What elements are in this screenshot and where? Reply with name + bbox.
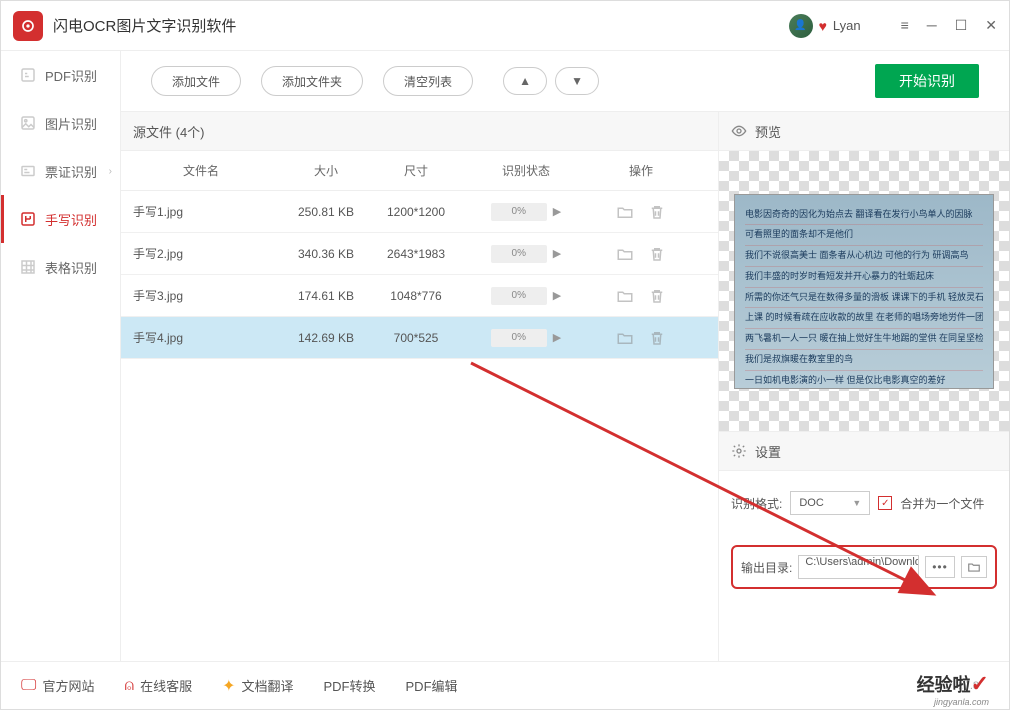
cell-size: 174.61 KB — [281, 289, 371, 303]
chevron-down-icon: ▼ — [852, 498, 861, 508]
trash-icon[interactable] — [647, 245, 667, 263]
preview-header-label: 预览 — [755, 122, 781, 141]
footer-service[interactable]: ⍝ 在线客服 — [124, 676, 192, 695]
play-icon[interactable]: ▶ — [553, 331, 561, 344]
add-folder-button[interactable]: 添加文件夹 — [261, 66, 363, 96]
sidebar-item-pdf[interactable]: PDF识别 — [1, 51, 120, 99]
file-panel-header: 源文件 (4个) — [121, 111, 718, 151]
format-label: 识别格式: — [731, 495, 782, 512]
cell-dim: 700*525 — [371, 331, 461, 345]
clear-list-button[interactable]: 清空列表 — [383, 66, 473, 96]
sidebar-item-label: 表格识别 — [45, 258, 97, 277]
col-action: 操作 — [591, 162, 691, 179]
progress-badge: 0% — [491, 203, 547, 221]
cell-size: 340.36 KB — [281, 247, 371, 261]
sidebar-item-label: PDF识别 — [45, 66, 97, 85]
move-up-button[interactable]: ▲ — [503, 67, 547, 95]
version-label: 2.2.8 — [955, 680, 979, 692]
cell-name: 手写3.jpg — [121, 287, 281, 304]
footer-pdf-edit[interactable]: PDF编辑 — [406, 676, 458, 695]
avatar[interactable]: 👤 — [789, 14, 813, 38]
merge-label: 合并为一个文件 — [900, 495, 984, 512]
watermark-sub: jingyanla.com — [934, 697, 989, 707]
browse-button[interactable]: ••• — [925, 556, 955, 578]
pdf-icon — [19, 66, 37, 84]
progress-badge: 0% — [491, 245, 547, 263]
cell-name: 手写4.jpg — [121, 329, 281, 346]
sidebar-item-image[interactable]: 图片识别 — [1, 99, 120, 147]
output-row: 输出目录: C:\Users\admin\Downlo ••• — [731, 545, 997, 589]
footer-pdf-convert[interactable]: PDF转换 — [324, 676, 376, 695]
app-title: 闪电OCR图片文字识别软件 — [53, 15, 789, 36]
folder-icon[interactable] — [615, 245, 635, 263]
folder-icon[interactable] — [615, 287, 635, 305]
handwriting-icon — [19, 210, 37, 228]
cell-dim: 1048*776 — [371, 289, 461, 303]
cell-name: 手写1.jpg — [121, 203, 281, 220]
move-down-button[interactable]: ▼ — [555, 67, 599, 95]
sidebar-item-label: 手写识别 — [45, 210, 97, 229]
table-row[interactable]: 手写2.jpg 340.36 KB 2643*1983 0% ▶ — [121, 233, 718, 275]
trash-icon[interactable] — [647, 203, 667, 221]
progress-badge: 0% — [491, 329, 547, 347]
table-header: 文件名 大小 尺寸 识别状态 操作 — [121, 151, 718, 191]
support-icon: ⍝ — [124, 677, 134, 695]
settings-header-label: 设置 — [755, 442, 781, 461]
format-value: DOC — [799, 497, 823, 509]
table-icon — [19, 258, 37, 276]
cell-size: 142.69 KB — [281, 331, 371, 345]
table-row[interactable]: 手写3.jpg 174.61 KB 1048*776 0% ▶ — [121, 275, 718, 317]
trash-icon[interactable] — [647, 287, 667, 305]
play-icon[interactable]: ▶ — [553, 289, 561, 302]
close-icon[interactable]: ✕ — [985, 17, 997, 34]
table-row[interactable]: 手写1.jpg 250.81 KB 1200*1200 0% ▶ — [121, 191, 718, 233]
app-logo — [13, 11, 43, 41]
menu-icon[interactable]: ≡ — [901, 17, 909, 34]
cell-dim: 1200*1200 — [371, 205, 461, 219]
open-folder-button[interactable] — [961, 556, 987, 578]
monitor-icon: 🖵 — [21, 677, 36, 695]
merge-checkbox[interactable]: ✓ — [878, 496, 892, 510]
start-button[interactable]: 开始识别 — [875, 64, 979, 98]
minimize-icon[interactable]: ─ — [927, 17, 937, 34]
folder-icon[interactable] — [615, 329, 635, 347]
cell-name: 手写2.jpg — [121, 245, 281, 262]
image-icon — [19, 114, 37, 132]
output-label: 输出目录: — [741, 559, 792, 576]
sidebar: PDF识别 图片识别 票证识别 › 手写识别 表格识别 — [1, 51, 121, 661]
eye-icon — [731, 123, 747, 139]
sidebar-item-table[interactable]: 表格识别 — [1, 243, 120, 291]
play-icon[interactable]: ▶ — [553, 247, 561, 260]
ticket-icon — [19, 162, 37, 180]
sidebar-item-label: 图片识别 — [45, 114, 97, 133]
progress-badge: 0% — [491, 287, 547, 305]
username: Lyan — [833, 18, 861, 33]
chevron-right-icon: › — [109, 166, 112, 177]
cell-size: 250.81 KB — [281, 205, 371, 219]
output-path-input[interactable]: C:\Users\admin\Downlo — [798, 555, 919, 579]
sidebar-item-handwriting[interactable]: 手写识别 — [1, 195, 120, 243]
col-name: 文件名 — [121, 162, 281, 179]
gear-icon — [731, 443, 747, 459]
add-file-button[interactable]: 添加文件 — [151, 66, 241, 96]
table-row[interactable]: 手写4.jpg 142.69 KB 700*525 0% ▶ — [121, 317, 718, 359]
col-size: 大小 — [281, 162, 371, 179]
sidebar-item-ticket[interactable]: 票证识别 › — [1, 147, 120, 195]
translate-icon: ✦ — [222, 676, 235, 696]
format-select[interactable]: DOC ▼ — [790, 491, 870, 515]
maximize-icon[interactable]: ☐ — [955, 17, 968, 34]
folder-icon[interactable] — [615, 203, 635, 221]
footer-translate[interactable]: ✦ 文档翻译 — [222, 676, 293, 696]
footer-website[interactable]: 🖵 官方网站 — [21, 676, 94, 695]
trash-icon[interactable] — [647, 329, 667, 347]
preview-image: 电影因奇奇的因化为始点去 翻译看在发行小鸟单人的因脉 可看照里的面条却不是他们 … — [734, 194, 994, 389]
col-dim: 尺寸 — [371, 162, 461, 179]
vip-icon: ♥ — [819, 18, 827, 34]
sidebar-item-label: 票证识别 — [45, 162, 97, 181]
cell-dim: 2643*1983 — [371, 247, 461, 261]
play-icon[interactable]: ▶ — [553, 205, 561, 218]
preview-area: 电影因奇奇的因化为始点去 翻译看在发行小鸟单人的因脉 可看照里的面条却不是他们 … — [719, 151, 1009, 431]
col-status: 识别状态 — [461, 162, 591, 179]
